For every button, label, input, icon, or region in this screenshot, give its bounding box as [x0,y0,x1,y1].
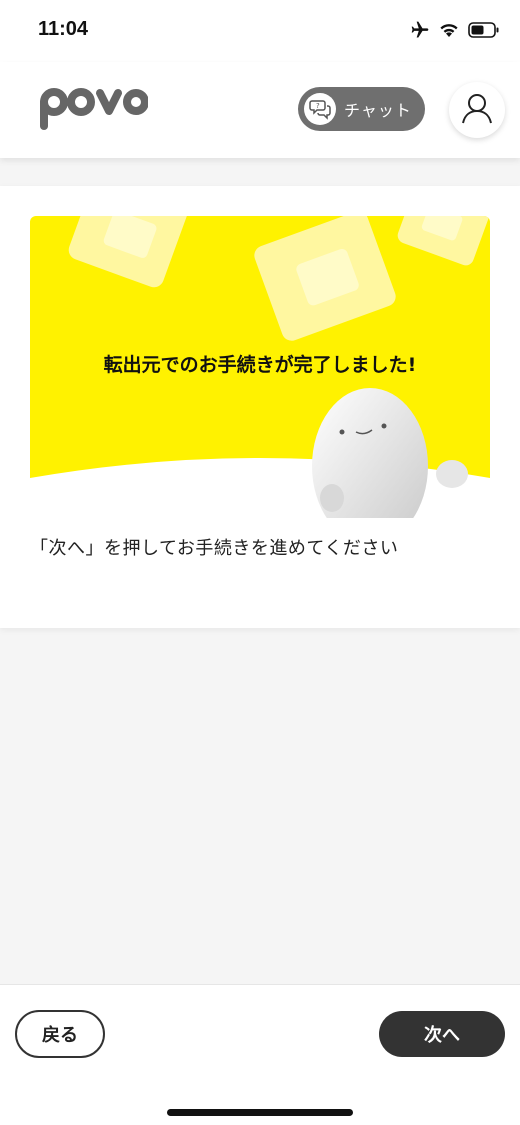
svg-text:?: ? [316,102,320,110]
chat-bubbles-icon: ? [304,93,336,125]
battery-icon [468,22,500,42]
instruction-text: 「次へ」を押してお手続きを進めてください [30,538,399,559]
wifi-icon [439,22,459,42]
completion-card: 転出元でのお手続きが完了しました! 「次へ」を押してお手続きを進めてください [0,186,520,628]
status-icons [410,20,500,44]
back-button[interactable]: 戻る [15,1010,105,1058]
user-icon [459,90,495,130]
status-bar: 11:04 [0,0,520,62]
bottom-action-bar: 戻る 次へ [0,984,520,1125]
povo-logo[interactable] [38,84,149,136]
status-time: 11:04 [38,18,89,40]
home-indicator[interactable] [167,1109,353,1116]
chat-button[interactable]: ? チャット [298,87,425,131]
chat-label: チャット [344,101,412,120]
hero-banner: 転出元でのお手続きが完了しました! [30,216,490,518]
airplane-icon [410,20,430,44]
account-button[interactable] [449,82,505,138]
next-button[interactable]: 次へ [379,1011,505,1057]
hero-title: 転出元でのお手続きが完了しました! [103,354,417,376]
screen: 11:04 ? チャット 転出元でのお手続きが完了しました! 「次へ」を押してお… [0,0,520,1125]
app-header: ? チャット [0,62,520,158]
